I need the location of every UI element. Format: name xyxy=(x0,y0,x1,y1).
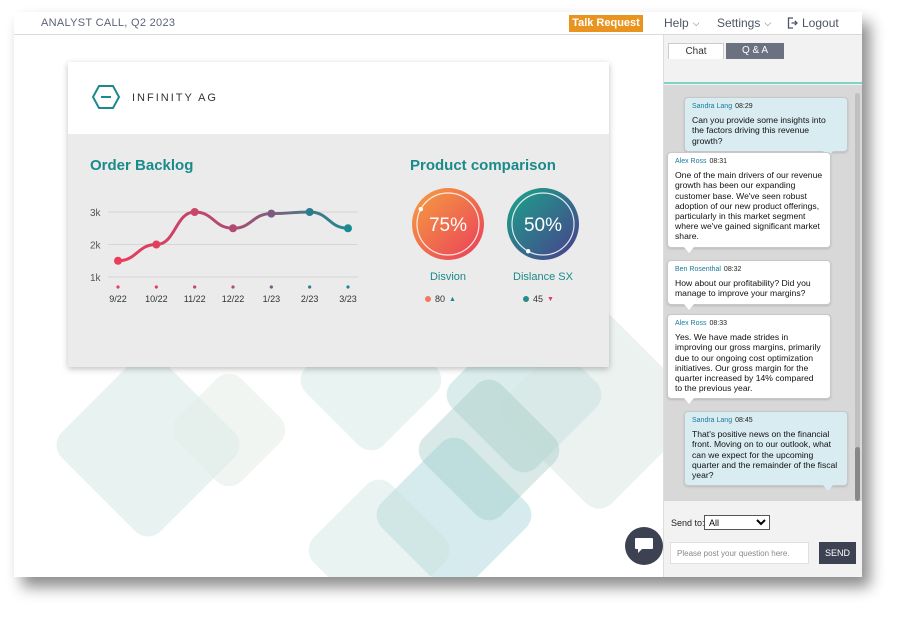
message-time: 08:45 xyxy=(735,417,753,424)
chart-data-point xyxy=(344,224,352,233)
message-time: 08:33 xyxy=(709,320,728,327)
chart-x-marker xyxy=(269,285,273,289)
send-button[interactable]: SEND xyxy=(819,542,856,564)
company-logo-icon xyxy=(92,85,120,109)
tab-qa[interactable]: Q & A xyxy=(726,43,784,59)
chart-line-series xyxy=(116,210,350,263)
settings-menu[interactable]: Settings ⌵ xyxy=(717,16,771,30)
tab-chat[interactable]: Chat xyxy=(668,43,724,59)
event-title: ANALYST CALL, Q2 2023 xyxy=(41,17,176,29)
chart-x-tick-label: 3/23 xyxy=(339,294,357,302)
product-comparison-title: Product comparison xyxy=(410,157,556,174)
dislance-value: 45 xyxy=(533,294,544,304)
message-text: How about our profitability? Did you man… xyxy=(675,278,811,299)
message-time: 08:29 xyxy=(735,103,753,110)
slide-header: INFINITY AG xyxy=(68,62,609,134)
disvion-name: Disvion xyxy=(429,271,467,283)
dislance-stat: 45 ▼ xyxy=(523,294,554,304)
app-window: ANALYST CALL, Q2 2023 Talk Request Help … xyxy=(14,12,862,577)
disvion-stat: 80 ▲ xyxy=(425,294,456,304)
order-backlog-chart: 3k 2k 1k 9/22 10/22 11/22 12/22 1/23 2/23 3/23 xyxy=(90,208,358,302)
dot-icon xyxy=(523,296,529,302)
question-input[interactable] xyxy=(670,542,809,564)
chevron-down-icon: ⌵ xyxy=(692,17,700,28)
chart-x-marker xyxy=(154,285,158,289)
chat-scrollbar-thumb[interactable] xyxy=(855,447,860,501)
trend-down-icon: ▼ xyxy=(547,295,554,303)
chart-x-marker xyxy=(116,285,120,289)
logout-button[interactable]: Logout xyxy=(787,16,839,30)
chart-y-tick-label: 3k xyxy=(90,208,102,219)
progress-marker xyxy=(418,206,423,212)
logout-icon xyxy=(787,17,798,29)
message-author: Alex Ross xyxy=(675,320,707,327)
chat-toggle-button[interactable] xyxy=(625,527,663,565)
trend-up-icon: ▲ xyxy=(449,295,456,303)
message-author: Alex Ross xyxy=(675,158,707,165)
message-time: 08:31 xyxy=(709,158,728,165)
chat-message-list[interactable]: Sandra Lang 08:29 Can you provide some in… xyxy=(664,85,862,501)
order-backlog-title: Order Backlog xyxy=(90,157,194,174)
dislance-donut: 50% xyxy=(507,188,579,260)
tab-divider xyxy=(664,82,862,84)
help-menu[interactable]: Help ⌵ xyxy=(664,16,700,30)
message-author: Sandra Lang xyxy=(692,417,733,424)
chart-data-point xyxy=(190,208,199,216)
chart-data-point xyxy=(229,224,237,233)
presentation-stage: INFINITY AG Order Backlog Product compar… xyxy=(14,35,663,577)
top-bar: ANALYST CALL, Q2 2023 Talk Request Help … xyxy=(14,12,862,35)
slide-card: INFINITY AG Order Backlog Product compar… xyxy=(68,62,609,367)
talk-request-button[interactable]: Talk Request xyxy=(569,15,643,32)
help-label: Help xyxy=(664,16,689,30)
chart-data-point xyxy=(152,240,161,249)
send-to-select[interactable]: All xyxy=(704,515,770,530)
message-text: That's positive news on the financial fr… xyxy=(692,429,838,481)
message-time: 08:32 xyxy=(723,266,742,273)
chart-x-tick-label: 2/23 xyxy=(301,294,319,302)
chat-scrollbar-track[interactable] xyxy=(855,93,860,489)
chart-x-tick-label: 9/22 xyxy=(109,294,127,302)
disvion-value: 80 xyxy=(435,294,446,304)
disvion-percent: 75% xyxy=(429,215,467,236)
chart-data-point xyxy=(267,209,276,218)
chart-x-marker xyxy=(346,285,350,289)
message-author: Ben Rosenthal xyxy=(675,266,721,273)
chart-data-point xyxy=(305,208,314,216)
message-text: Yes. We have made strides in improving o… xyxy=(675,332,821,394)
dot-icon xyxy=(425,296,431,302)
chart-y-tick-label: 1k xyxy=(90,273,102,284)
chat-message: Sandra Lang 08:29 Can you provide some in… xyxy=(684,97,848,157)
chart-x-marker xyxy=(308,285,312,289)
logout-label: Logout xyxy=(802,16,839,30)
disvion-donut: 75% xyxy=(412,188,484,260)
chart-x-marker xyxy=(193,285,197,289)
send-to-label: Send to: xyxy=(671,518,705,528)
chat-message: Ben Rosenthal 08:32 How about our profita… xyxy=(667,260,831,310)
message-author: Sandra Lang xyxy=(692,103,733,110)
company-name: INFINITY AG xyxy=(132,92,218,104)
dislance-name: Dislance SX xyxy=(513,271,573,283)
chat-sidebar: Chat Q & A Sandra Lang 08:29 Can you prov… xyxy=(663,35,862,577)
chart-data-point xyxy=(114,256,122,265)
chevron-down-icon: ⌵ xyxy=(764,17,772,28)
chat-message: Alex Ross 08:33 Yes. We have made strides… xyxy=(667,314,831,405)
chart-x-marker xyxy=(231,285,235,289)
chart-x-tick-label: 12/22 xyxy=(222,294,245,302)
chart-x-tick-label: 10/22 xyxy=(145,294,168,302)
chart-x-tick-label: 1/23 xyxy=(263,294,281,302)
chart-x-tick-label: 11/22 xyxy=(184,294,206,302)
message-text: One of the main drivers of our revenue g… xyxy=(675,170,823,242)
dislance-percent: 50% xyxy=(524,215,562,236)
chat-message: Sandra Lang 08:45 That's positive news on… xyxy=(684,411,848,492)
chat-message: Alex Ross 08:31 One of the main drivers o… xyxy=(667,152,831,253)
progress-marker xyxy=(525,249,531,254)
settings-label: Settings xyxy=(717,16,761,30)
message-text: Can you provide some insights into the f… xyxy=(692,115,826,146)
chart-y-tick-label: 2k xyxy=(90,241,102,252)
chat-bubble-icon xyxy=(635,538,653,553)
